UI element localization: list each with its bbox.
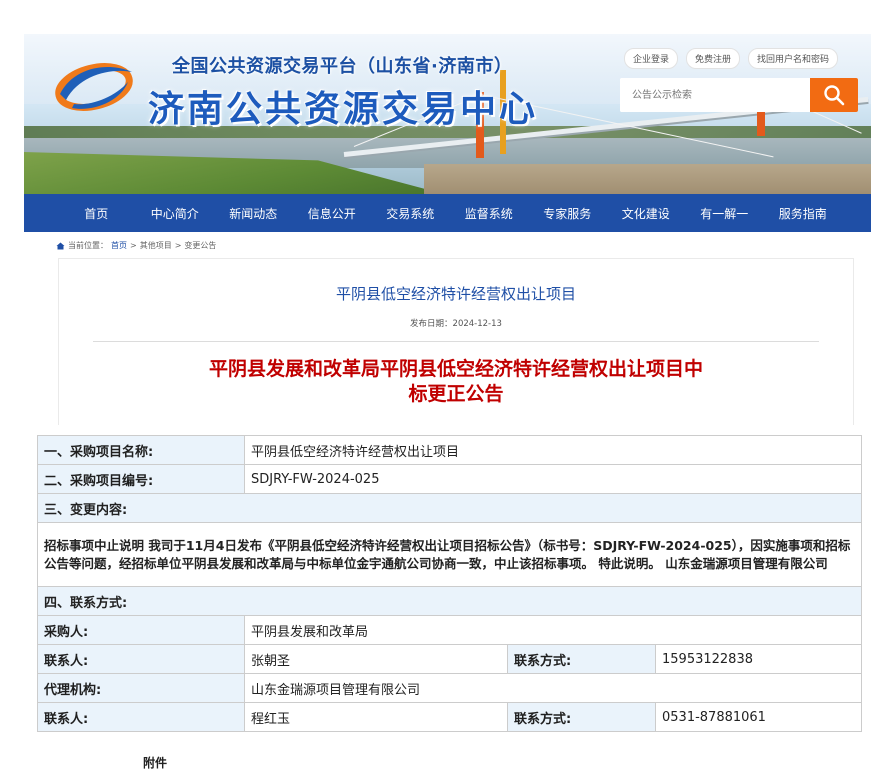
breadcrumb-home[interactable]: 首页: [111, 240, 127, 251]
article-title: 平阴县低空经济特许经营权出让项目: [335, 285, 576, 303]
agency-contact-value: 程红玉: [244, 702, 508, 732]
notice-table: 一、采购项目名称: 平阴县低空经济特许经营权出让项目 二、采购项目编号: SDJ…: [37, 435, 862, 732]
logo-icon: [55, 63, 133, 111]
breadcrumb-separator: >: [130, 241, 137, 250]
breadcrumb-change-notice: 变更公告: [184, 241, 217, 250]
nav-expert-service[interactable]: 专家服务: [528, 205, 607, 222]
table-row: 代理机构: 山东金瑞源项目管理有限公司: [37, 673, 862, 703]
phone-label: 联系方式:: [507, 644, 656, 674]
search-input[interactable]: [620, 78, 810, 112]
breadcrumb-prefix: 当前位置：: [68, 241, 108, 250]
agency-phone-label: 联系方式:: [507, 702, 656, 732]
agency-phone-value: 0531-87881061: [655, 702, 862, 732]
project-name-label: 一、采购项目名称:: [37, 435, 245, 465]
platform-title: 全国公共资源交易平台（山东省·济南市）: [172, 56, 513, 77]
nav-culture[interactable]: 文化建设: [607, 205, 686, 222]
agency-contact-label: 联系人:: [37, 702, 245, 732]
search-icon: [824, 85, 845, 106]
change-content: 招标事项中止说明 我司于11月4日发布《平阴县低空经济特许经营权出让项目招标公告…: [37, 522, 862, 587]
table-row: 招标事项中止说明 我司于11月4日发布《平阴县低空经济特许经营权出让项目招标公告…: [37, 522, 862, 587]
table-row: 二、采购项目编号: SDJRY-FW-2024-025: [37, 464, 862, 494]
table-row: 四、联系方式:: [37, 586, 862, 616]
banner-shore: [424, 164, 871, 194]
register-link[interactable]: 免费注册: [686, 48, 741, 69]
login-link[interactable]: 企业登录: [624, 48, 679, 69]
phone-value: 15953122838: [655, 644, 862, 674]
table-row: 一、采购项目名称: 平阴县低空经济特许经营权出让项目: [37, 435, 862, 465]
main-nav: 首页 中心简介 新闻动态 信息公开 交易系统 监督系统 专家服务 文化建设 有一…: [24, 194, 871, 232]
contact-section-label: 四、联系方式:: [37, 586, 862, 616]
breadcrumb-other-projects[interactable]: 其他项目: [140, 240, 172, 251]
contact-person-value: 张朝圣: [244, 644, 508, 674]
purchaser-label: 采购人:: [37, 615, 245, 645]
nav-service-guide[interactable]: 服务指南: [764, 205, 843, 222]
notice-title: 平阴县发展和改革局平阴县低空经济特许经营权出让项目中 标更正公告: [59, 357, 853, 407]
table-row: 采购人: 平阴县发展和改革局: [37, 615, 862, 645]
project-no-label: 二、采购项目编号:: [37, 464, 245, 494]
agency-value: 山东金瑞源项目管理有限公司: [244, 673, 862, 703]
article-card: 平阴县低空经济特许经营权出让项目 发布日期：2024-12-13 平阴县发展和改…: [58, 258, 854, 425]
site-name: 济南公共资源交易中心: [148, 88, 539, 130]
breadcrumb-separator: >: [174, 241, 182, 250]
attachment-label: 附件: [143, 756, 168, 770]
project-no-value: SDJRY-FW-2024-025: [244, 464, 862, 494]
nav-news[interactable]: 新闻动态: [214, 205, 293, 222]
nav-trading-system[interactable]: 交易系统: [371, 205, 450, 222]
top-links: 企业登录 免费注册 找回用户名和密码: [624, 48, 839, 69]
nav-about[interactable]: 中心简介: [136, 205, 215, 222]
notice-title-line-1: 平阴县发展和改革局平阴县低空经济特许经营权出让项目中: [208, 358, 703, 380]
nav-disclosure[interactable]: 信息公开: [293, 205, 372, 222]
search-button[interactable]: [810, 78, 858, 112]
agency-label: 代理机构:: [37, 673, 245, 703]
purchaser-value: 平阴县发展和改革局: [244, 615, 862, 645]
nav-home[interactable]: 首页: [57, 205, 136, 222]
table-row: 联系人: 张朝圣 联系方式: 15953122838: [37, 644, 862, 674]
nav-qa[interactable]: 有一解一: [685, 205, 764, 222]
nav-supervision[interactable]: 监督系统: [450, 205, 529, 222]
table-row: 三、变更内容:: [37, 493, 862, 523]
publish-date: 发布日期：2024-12-13: [410, 319, 502, 329]
divider: [93, 341, 819, 342]
search-box: [620, 78, 858, 112]
change-section-label: 三、变更内容:: [37, 493, 862, 523]
recover-account-link[interactable]: 找回用户名和密码: [748, 48, 839, 69]
project-name-value: 平阴县低空经济特许经营权出让项目: [244, 435, 862, 465]
table-row: 联系人: 程红玉 联系方式: 0531-87881061: [37, 702, 862, 732]
header-banner: 全国公共资源交易平台（山东省·济南市） 济南公共资源交易中心 企业登录 免费注册…: [24, 34, 871, 194]
notice-title-line-2: 标更正公告: [408, 383, 504, 405]
home-icon: [56, 242, 65, 249]
contact-person-label: 联系人:: [37, 644, 245, 674]
breadcrumb: 当前位置： 首页 > 其他项目 > 变更公告: [56, 240, 216, 251]
